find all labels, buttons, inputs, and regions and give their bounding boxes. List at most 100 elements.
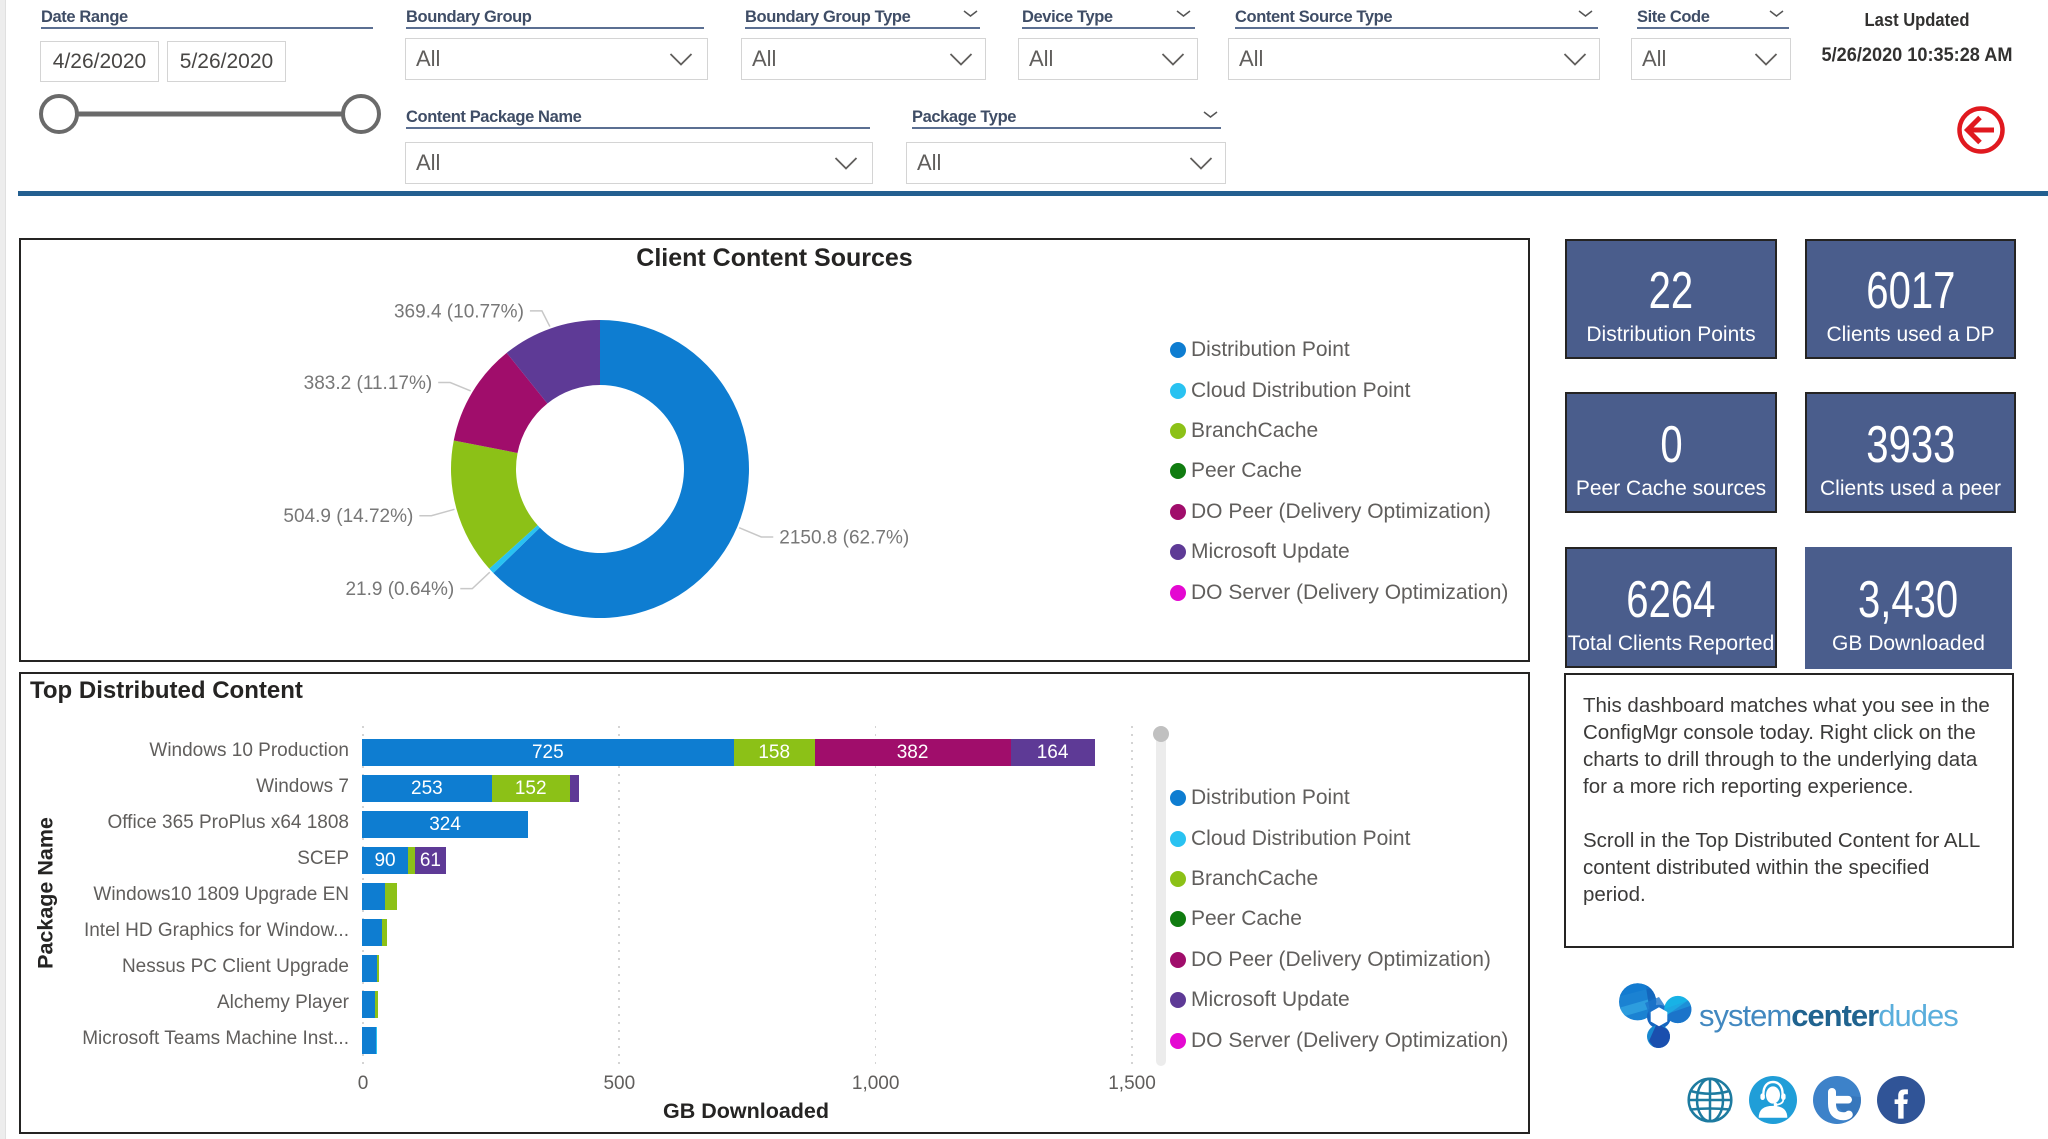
bar-segment[interactable] xyxy=(362,990,375,1018)
gridline xyxy=(874,726,877,1064)
legend-item[interactable]: Distribution Point xyxy=(1170,778,1508,818)
chevron-down-icon xyxy=(1161,52,1185,66)
bar-segment[interactable] xyxy=(362,918,382,946)
chevron-down-icon[interactable] xyxy=(1578,10,1593,17)
kpi-clients-used-peer[interactable]: 3933 Clients used a peer xyxy=(1805,392,2016,513)
kpi-peer-cache-sources[interactable]: 0 Peer Cache sources xyxy=(1565,392,1777,513)
chevron-down-icon xyxy=(1563,52,1587,66)
bar-segment[interactable] xyxy=(376,954,379,982)
slicer-underline xyxy=(406,27,704,29)
package-type-dropdown[interactable]: All xyxy=(906,142,1226,184)
legend-item[interactable]: BranchCache xyxy=(1170,411,1508,451)
kpi-total-clients-reported[interactable]: 6264 Total Clients Reported xyxy=(1565,547,1777,668)
gridline xyxy=(618,726,620,1064)
chevron-down-icon xyxy=(1189,156,1213,170)
bar-value-label: 725 xyxy=(531,741,564,763)
bar-segment[interactable] xyxy=(408,846,415,874)
content-package-name-dropdown[interactable]: All xyxy=(405,142,873,184)
device-type-dropdown[interactable]: All xyxy=(1018,38,1198,80)
site-code-dropdown[interactable]: All xyxy=(1631,38,1791,80)
legend-label: Distribution Point xyxy=(1191,338,1350,362)
slicer-underline xyxy=(745,27,980,29)
bar-category-label: Windows10 1809 Upgrade EN xyxy=(93,884,349,906)
donut-slice-label: 369.4 (10.77%) xyxy=(394,301,524,322)
donut-slice-label: 504.9 (14.72%) xyxy=(283,506,413,527)
legend-item[interactable]: Cloud Distribution Point xyxy=(1170,370,1508,410)
bar-segment[interactable] xyxy=(381,918,388,946)
bar-segment[interactable] xyxy=(375,1026,378,1054)
chevron-down-icon[interactable] xyxy=(1203,111,1218,118)
window-edge xyxy=(0,0,6,1139)
kpi-gb-downloaded[interactable]: 3,430 GB Downloaded xyxy=(1805,547,2012,669)
content-source-type-dropdown[interactable]: All xyxy=(1228,38,1600,80)
legend-label: Peer Cache xyxy=(1191,459,1302,483)
logo-word-center: center xyxy=(1791,998,1879,1033)
bar-segment[interactable] xyxy=(569,774,580,802)
kpi-distribution-points[interactable]: 22 Distribution Points xyxy=(1565,239,1777,359)
chevron-down-icon[interactable] xyxy=(1769,10,1784,17)
legend-item[interactable]: Peer Cache xyxy=(1170,451,1508,491)
legend-item[interactable]: DO Peer (Delivery Optimization) xyxy=(1170,940,1508,980)
kpi-clients-used-dp[interactable]: 6017 Clients used a DP xyxy=(1805,239,2016,359)
legend-item[interactable]: BranchCache xyxy=(1170,859,1508,899)
legend-item[interactable]: DO Server (Delivery Optimization) xyxy=(1170,572,1508,612)
legend-label: BranchCache xyxy=(1191,866,1319,890)
date-start-input[interactable]: 4/26/2020 xyxy=(40,41,159,82)
kpi-value: 22 xyxy=(1648,262,1694,320)
note-paragraph-2: Scroll in the Top Distributed Content fo… xyxy=(1583,829,1980,906)
legend-dot-icon xyxy=(1170,870,1186,887)
kpi-label: GB Downloaded xyxy=(1832,632,1985,655)
bar-segment[interactable] xyxy=(362,1026,376,1054)
chevron-down-icon[interactable] xyxy=(1176,10,1191,17)
legend-dot-icon xyxy=(1170,830,1186,847)
legend-item[interactable]: Distribution Point xyxy=(1170,330,1508,370)
chevron-down-icon[interactable] xyxy=(963,10,978,17)
scrollbar-track[interactable] xyxy=(1153,726,1169,1066)
legend-label: DO Peer (Delivery Optimization) xyxy=(1191,499,1491,523)
boundary-group-value: All xyxy=(416,46,441,71)
x-tick-label: 500 xyxy=(603,1073,636,1094)
legend-item[interactable]: DO Server (Delivery Optimization) xyxy=(1170,1020,1508,1060)
legend-item[interactable]: Microsoft Update xyxy=(1170,532,1508,572)
legend-item[interactable]: Cloud Distribution Point xyxy=(1170,818,1508,858)
site-code-label: Site Code xyxy=(1637,8,1710,26)
chevron-down-icon xyxy=(1754,52,1778,66)
boundary-group-label: Boundary Group xyxy=(406,8,532,26)
donut-slice-label: 21.9 (0.64%) xyxy=(345,579,454,600)
slicer-underline xyxy=(1235,27,1598,29)
date-range-label: Date Range xyxy=(41,8,128,26)
bar-segment[interactable] xyxy=(374,990,378,1018)
legend-item[interactable]: Peer Cache xyxy=(1170,899,1508,939)
boundary-group-type-dropdown[interactable]: All xyxy=(741,38,986,80)
website-globe-icon[interactable] xyxy=(1686,1076,1734,1124)
date-end-input[interactable]: 5/26/2020 xyxy=(167,41,286,82)
back-button[interactable] xyxy=(1956,105,2006,155)
legend-item[interactable]: Microsoft Update xyxy=(1170,980,1508,1020)
logo-word-system: system xyxy=(1699,998,1792,1033)
bar-category-label: Intel HD Graphics for Window... xyxy=(83,920,349,942)
twitter-icon[interactable] xyxy=(1813,1076,1861,1124)
kpi-label: Distribution Points xyxy=(1586,323,1756,346)
bar-value-label: 382 xyxy=(896,741,929,763)
facebook-icon[interactable] xyxy=(1877,1076,1925,1124)
content-source-type-value: All xyxy=(1239,46,1264,71)
contact-support-icon[interactable] xyxy=(1749,1076,1797,1124)
slicer-underline xyxy=(1637,27,1789,29)
slider-handle-end[interactable] xyxy=(341,94,381,134)
scrollbar-thumb[interactable] xyxy=(1153,726,1169,742)
bar-category-label: Alchemy Player xyxy=(217,992,349,1014)
bar-category-label: Microsoft Teams Machine Inst... xyxy=(82,1028,349,1050)
kpi-label: Peer Cache sources xyxy=(1575,476,1767,500)
donut-label-leader xyxy=(738,526,774,538)
donut-legend: Distribution Point Cloud Distribution Poi… xyxy=(1170,330,1508,613)
boundary-group-dropdown[interactable]: All xyxy=(405,38,708,80)
slider-handle-start[interactable] xyxy=(39,94,79,134)
bar-segment[interactable] xyxy=(362,954,377,982)
last-updated-label: Last Updated xyxy=(1864,10,1970,30)
legend-dot-icon xyxy=(1170,992,1186,1009)
note-paragraph-1: This dashboard matches what you see in t… xyxy=(1583,694,1990,798)
bar-segment[interactable] xyxy=(385,882,397,910)
legend-item[interactable]: DO Peer (Delivery Optimization) xyxy=(1170,492,1508,532)
bar-segment[interactable] xyxy=(362,882,386,910)
date-range-slider[interactable] xyxy=(37,92,383,136)
